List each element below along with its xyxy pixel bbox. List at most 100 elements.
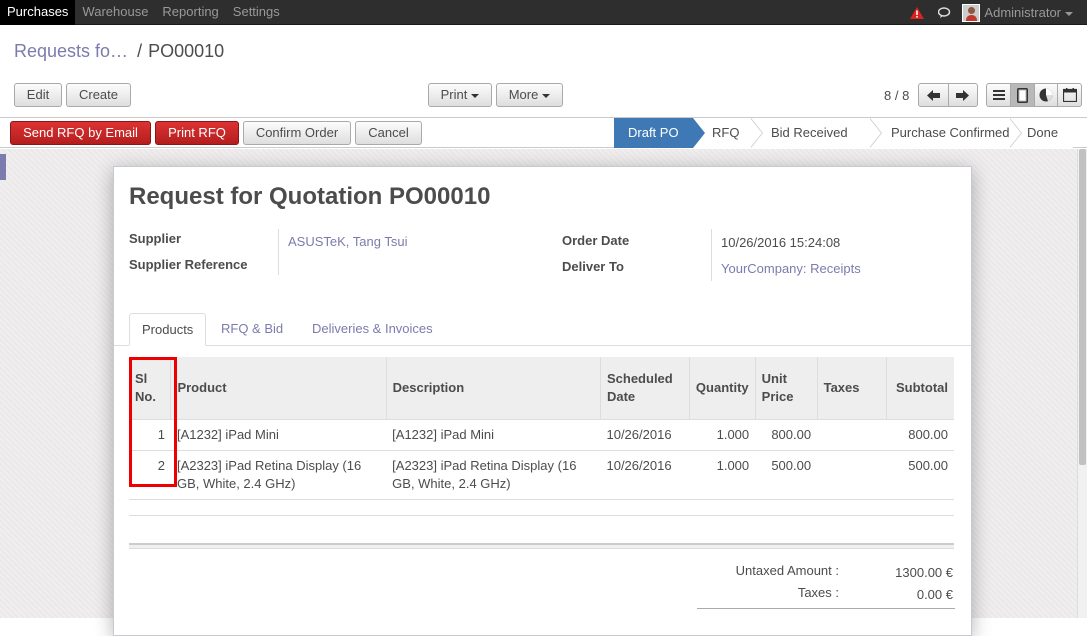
title-number: PO00010 xyxy=(389,183,491,210)
breadcrumb-current: PO00010 xyxy=(148,41,225,61)
breadcrumb-parent[interactable]: Requests fo… xyxy=(14,41,128,61)
col-description[interactable]: Description xyxy=(385,357,601,419)
divider xyxy=(129,543,954,549)
top-navbar: Purchases Warehouse Reporting Settings A… xyxy=(0,0,1087,25)
stage-arrow xyxy=(692,118,705,148)
print-rfq-button[interactable]: Print RFQ xyxy=(155,121,239,145)
cell-sl-no: 1 xyxy=(129,418,171,450)
col-sl-no[interactable]: Sl No. xyxy=(129,357,171,419)
scrollbar-thumb[interactable] xyxy=(1079,149,1086,465)
untaxed-amount-label: Untaxed Amount : xyxy=(735,563,839,578)
topbar-right: Administrator xyxy=(910,0,1087,25)
cell-subtotal: 500.00 xyxy=(886,449,954,500)
divider xyxy=(129,515,954,516)
stage-label: Purchase Confirmed xyxy=(891,125,1010,140)
taxes-label: Taxes : xyxy=(797,585,839,600)
table-row[interactable]: 2 [A2323] iPad Retina Display (16 GB, Wh… xyxy=(129,449,954,500)
col-subtotal[interactable]: Subtotal xyxy=(886,357,954,419)
control-panel: Requests fo… / PO00010 Edit Create Print M… xyxy=(0,26,1087,118)
form-sheet: Request for Quotation PO00010 Supplier A… xyxy=(113,166,972,636)
col-taxes[interactable]: Taxes xyxy=(816,357,887,419)
stage-bid-received[interactable]: Bid Received xyxy=(751,118,882,148)
warning-icon[interactable] xyxy=(910,6,925,19)
stage-arrow xyxy=(750,118,763,148)
avatar[interactable] xyxy=(962,3,981,22)
col-scheduled-date[interactable]: Scheduled Date xyxy=(599,357,690,419)
tab-rfq-bid[interactable]: RFQ & Bid xyxy=(209,313,295,346)
cell-product: [A2323] iPad Retina Display (16 GB, Whit… xyxy=(170,449,387,500)
deliver-to-field[interactable]: YourCompany: Receipts xyxy=(721,261,861,276)
cell-description: [A1232] iPad Mini xyxy=(386,418,601,450)
view-switcher xyxy=(986,83,1082,107)
stage-label: Done xyxy=(1027,125,1059,140)
chevron-down-icon xyxy=(471,93,480,98)
left-accent-strip xyxy=(0,154,6,180)
more-label: More xyxy=(508,87,539,102)
supplier-label: Supplier xyxy=(129,231,182,246)
stage-arrow xyxy=(1009,118,1022,148)
tab-deliveries-invoices[interactable]: Deliveries & Invoices xyxy=(300,313,445,346)
cell-taxes xyxy=(817,449,887,500)
cancel-button[interactable]: Cancel xyxy=(355,121,422,145)
cell-scheduled-date: 10/26/2016 xyxy=(600,449,690,500)
table-header-row: Sl No. Product Description Scheduled Date … xyxy=(129,357,954,419)
breadcrumb: Requests fo… / PO00010 xyxy=(14,41,224,62)
stage-draft-po[interactable]: Draft PO xyxy=(614,118,705,148)
deliver-to-label: Deliver To xyxy=(562,259,624,274)
header-text: Unit xyxy=(761,370,787,386)
order-date-label: Order Date xyxy=(562,233,630,248)
cell-unit-price: 500.00 xyxy=(755,449,818,500)
stage-label: Draft PO xyxy=(628,125,679,140)
cell-product: [A1232] iPad Mini xyxy=(170,418,387,450)
user-name[interactable]: Administrator xyxy=(984,5,1061,20)
next-icon[interactable] xyxy=(947,84,977,106)
print-dropdown[interactable]: Print xyxy=(428,83,492,107)
confirm-order-button[interactable]: Confirm Order xyxy=(243,121,351,145)
form-view-area: Request for Quotation PO00010 Supplier A… xyxy=(0,149,1087,636)
cell-description: [A2323] iPad Retina Display (16 GB, Whit… xyxy=(386,449,601,500)
edit-button[interactable]: Edit xyxy=(14,83,62,107)
calendar-view-icon[interactable] xyxy=(1057,84,1081,106)
prev-icon[interactable] xyxy=(919,84,948,106)
cell-taxes xyxy=(817,418,887,450)
form-statusbar: Send RFQ by Email Print RFQ Confirm Orde… xyxy=(0,118,1087,148)
graph-view-icon[interactable] xyxy=(1033,84,1058,106)
page-title: Request for Quotation PO00010 xyxy=(129,183,490,211)
taxes-value: 0.00 € xyxy=(916,587,953,602)
stage-purchase-confirmed[interactable]: Purchase Confirmed xyxy=(870,118,1022,148)
pager-buttons xyxy=(918,83,978,107)
header-text: Price xyxy=(761,388,794,404)
chevron-down-icon xyxy=(542,93,551,98)
main-menu: Purchases Warehouse Reporting Settings xyxy=(0,0,287,25)
col-unit-price[interactable]: Unit Price xyxy=(754,357,818,419)
col-quantity[interactable]: Quantity xyxy=(688,357,756,419)
cell-subtotal: 800.00 xyxy=(886,418,954,450)
untaxed-amount-value: 1300.00 € xyxy=(895,565,953,580)
header-text: No. xyxy=(135,388,156,404)
pager-value[interactable]: 8 / 8 xyxy=(884,88,909,103)
menu-reporting[interactable]: Reporting xyxy=(155,0,225,25)
list-view-icon[interactable] xyxy=(987,84,1010,106)
cell-quantity: 1.000 xyxy=(689,418,756,450)
cell-sl-no: 2 xyxy=(129,449,171,500)
menu-warehouse[interactable]: Warehouse xyxy=(75,0,155,25)
col-product[interactable]: Product xyxy=(170,357,387,419)
menu-purchases[interactable]: Purchases xyxy=(0,0,76,25)
stage-label: RFQ xyxy=(712,125,740,140)
chevron-down-icon[interactable] xyxy=(1065,11,1073,16)
stage-bar: Draft PO RFQ Bid Received Purchase Confi… xyxy=(614,118,1073,148)
tab-products[interactable]: Products xyxy=(129,313,207,346)
menu-settings[interactable]: Settings xyxy=(226,0,287,25)
header-text: Sl xyxy=(135,370,148,386)
chat-icon[interactable] xyxy=(938,6,952,19)
more-dropdown[interactable]: More xyxy=(496,83,563,107)
supplier-field[interactable]: ASUSTeK, Tang Tsui xyxy=(288,234,407,249)
send-rfq-button[interactable]: Send RFQ by Email xyxy=(10,121,151,145)
form-view-icon[interactable] xyxy=(1010,84,1034,106)
table-row[interactable]: 1 [A1232] iPad Mini [A1232] iPad Mini 10… xyxy=(129,418,954,450)
create-button[interactable]: Create xyxy=(66,83,131,107)
totals-divider xyxy=(697,608,955,609)
scrollbar[interactable] xyxy=(1077,149,1087,618)
order-date-field[interactable]: 10/26/2016 15:24:08 xyxy=(721,235,840,250)
field-divider xyxy=(278,229,279,275)
